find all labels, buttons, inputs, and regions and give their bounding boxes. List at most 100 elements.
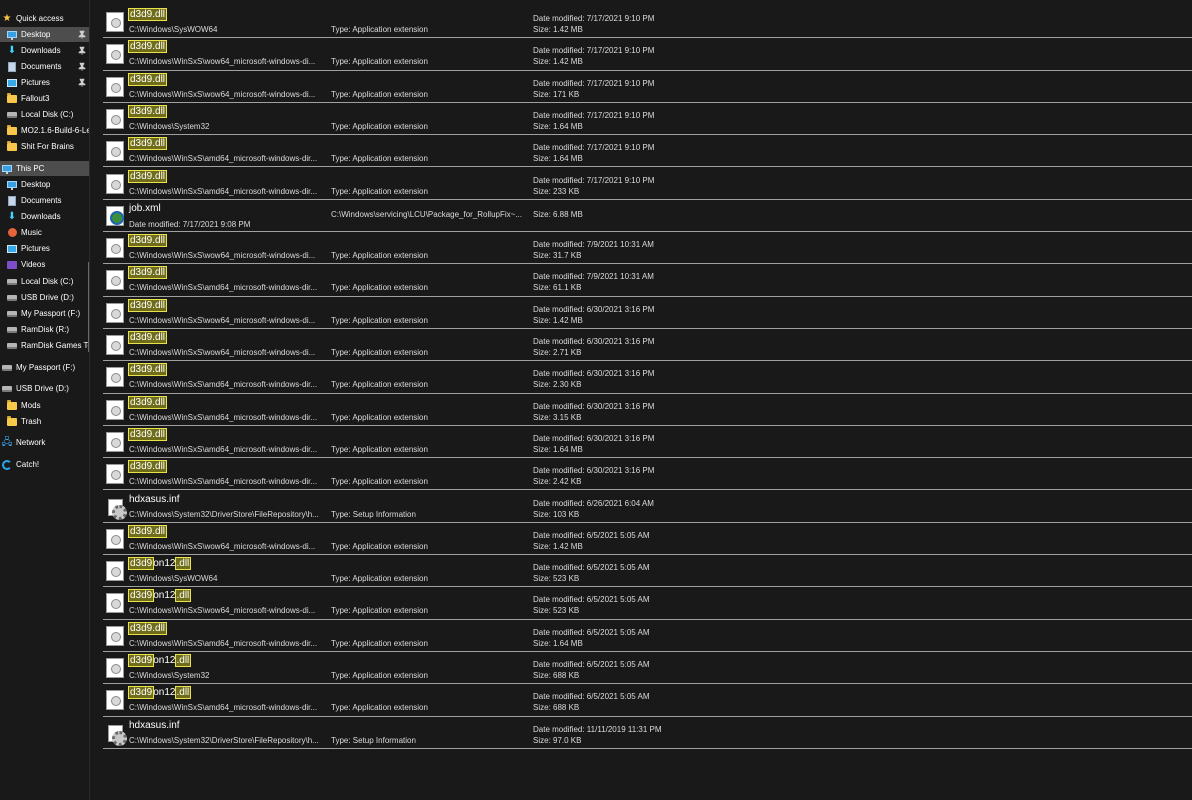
file-date-modified: Date modified: 6/5/2021 5:05 AM bbox=[533, 692, 650, 702]
result-row[interactable]: hdxasus.inf C:\Windows\System32\DriverSto… bbox=[103, 717, 1192, 749]
result-row[interactable]: d3d9on12.dll C:\Windows\SysWOW64 Type: App… bbox=[103, 555, 1192, 588]
file-size: Size: 97.0 KB bbox=[533, 735, 582, 745]
nav-pc-pictures[interactable]: Pictures bbox=[0, 241, 89, 256]
nav-pc-ramdisk-games[interactable]: RamDisk Games To bbox=[0, 338, 89, 353]
music-icon bbox=[7, 228, 17, 238]
nav-usb-drive-d[interactable]: USB Drive (D:) bbox=[0, 381, 89, 396]
nav-label: USB Drive (D:) bbox=[16, 384, 69, 393]
file-size: Size: 3.15 KB bbox=[533, 412, 582, 422]
nav-downloads-pinned[interactable]: ⬇ Downloads bbox=[0, 43, 89, 58]
nav-fallout3[interactable]: Fallout3 bbox=[0, 91, 89, 106]
nav-desktop-pinned[interactable]: Desktop bbox=[0, 27, 89, 42]
pin-icon bbox=[78, 46, 86, 55]
result-row[interactable]: d3d9.dll C:\Windows\WinSxS\amd64_microsof… bbox=[103, 620, 1192, 652]
nav-network[interactable]: 🖧 Network bbox=[0, 435, 89, 450]
file-date-modified: Date modified: 6/5/2021 5:05 AM bbox=[533, 660, 650, 669]
result-row[interactable]: d3d9on12.dll C:\Windows\System32 Type: App… bbox=[103, 652, 1192, 685]
nav-shit-for-brains[interactable]: Shit For Brains bbox=[0, 139, 89, 154]
file-date-modified: Date modified: 11/11/2019 11:31 PM bbox=[533, 724, 662, 734]
nav-quick-access[interactable]: ★ Quick access bbox=[0, 11, 89, 26]
nav-pc-videos[interactable]: Videos bbox=[0, 257, 89, 272]
file-name: d3d9.dll bbox=[127, 266, 168, 280]
file-type: Type: Application extension bbox=[331, 315, 428, 325]
nav-label: Music bbox=[21, 228, 42, 237]
result-row[interactable]: d3d9.dll C:\Windows\WinSxS\amd64_microsof… bbox=[103, 361, 1192, 394]
nav-pc-downloads[interactable]: ⬇ Downloads bbox=[0, 209, 89, 224]
nav-local-disk-c-quick[interactable]: Local Disk (C:) bbox=[0, 107, 89, 122]
result-row[interactable]: d3d9.dll C:\Windows\System32 Type: Applica… bbox=[103, 103, 1192, 136]
pin-icon bbox=[78, 62, 86, 71]
search-match-highlight: d3d9.dll bbox=[127, 460, 168, 474]
file-date-modified: Date modified: 6/30/2021 3:16 PM bbox=[533, 466, 655, 476]
pin-icon bbox=[78, 78, 86, 87]
file-name: d3d9.dll bbox=[127, 621, 168, 635]
network-icon: 🖧 bbox=[1, 436, 13, 448]
file-path: C:\Windows\WinSxS\amd64_microsoft-window… bbox=[129, 477, 318, 487]
result-row[interactable]: d3d9.dll C:\Windows\WinSxS\wow64_microsof… bbox=[103, 297, 1192, 329]
nav-my-passport-f[interactable]: My Passport (F:) bbox=[0, 360, 89, 375]
result-row[interactable]: d3d9on12.dll C:\Windows\WinSxS\amd64_micr… bbox=[103, 684, 1192, 717]
search-match-highlight: .dll bbox=[174, 557, 192, 571]
result-row[interactable]: d3d9.dll C:\Windows\WinSxS\wow64_microsof… bbox=[103, 523, 1192, 556]
file-type: Type: Application extension bbox=[331, 154, 428, 164]
nav-pc-ramdisk-r[interactable]: RamDisk (R:) bbox=[0, 322, 89, 337]
drive-icon bbox=[2, 363, 12, 373]
result-row[interactable]: d3d9.dll C:\Windows\WinSxS\wow64_microsof… bbox=[103, 38, 1192, 71]
drive-icon bbox=[7, 341, 17, 351]
result-row[interactable]: d3d9.dll C:\Windows\WinSxS\amd64_microsof… bbox=[103, 168, 1192, 200]
dll-file-icon bbox=[106, 141, 124, 162]
nav-documents-pinned[interactable]: Documents bbox=[0, 59, 89, 74]
file-path: C:\Windows\WinSxS\amd64_microsoft-window… bbox=[129, 283, 318, 293]
nav-pc-desktop[interactable]: Desktop bbox=[0, 177, 89, 192]
nav-label: Pictures bbox=[21, 244, 50, 253]
nav-mo2[interactable]: MO2.1.6-Build-6-Le bbox=[0, 123, 89, 138]
result-row[interactable]: job.xml Date modified: 7/17/2021 9:08 PM C… bbox=[103, 200, 1192, 233]
result-row[interactable]: d3d9on12.dll C:\Windows\WinSxS\wow64_micr… bbox=[103, 587, 1192, 620]
file-size: Size: 2.42 KB bbox=[533, 477, 582, 487]
file-name: d3d9.dll bbox=[127, 524, 168, 538]
search-match-highlight: d3d9 bbox=[127, 686, 155, 700]
nav-mods[interactable]: Mods bbox=[0, 398, 89, 413]
nav-pc-my-passport-f[interactable]: My Passport (F:) bbox=[0, 306, 89, 321]
file-path: C:\Windows\System32 bbox=[129, 121, 210, 131]
result-row[interactable]: d3d9.dll C:\Windows\WinSxS\wow64_microsof… bbox=[103, 329, 1192, 362]
dll-file-icon bbox=[106, 173, 124, 194]
file-location: C:\Windows\servicing\LCU\Package_for_Rol… bbox=[331, 209, 522, 219]
drive-icon bbox=[7, 325, 17, 335]
file-date-modified: Date modified: 7/17/2021 9:10 PM bbox=[533, 78, 655, 88]
result-row[interactable]: d3d9.dll C:\Windows\WinSxS\amd64_microsof… bbox=[103, 264, 1192, 297]
sidebar-scrollbar[interactable] bbox=[88, 262, 89, 352]
file-type: Type: Application extension bbox=[331, 348, 428, 357]
nav-pc-documents[interactable]: Documents bbox=[0, 193, 89, 208]
file-name: d3d9.dll bbox=[127, 234, 168, 248]
search-match-highlight: d3d9.dll bbox=[127, 298, 168, 312]
file-date-modified: Date modified: 6/30/2021 3:16 PM bbox=[533, 401, 655, 411]
file-path: C:\Windows\WinSxS\wow64_microsoft-window… bbox=[129, 251, 316, 261]
file-path: C:\Windows\WinSxS\amd64_microsoft-window… bbox=[129, 154, 318, 164]
file-size: Size: 1.42 MB bbox=[533, 57, 583, 67]
result-row[interactable]: d3d9.dll C:\Windows\WinSxS\amd64_microsof… bbox=[103, 394, 1192, 426]
nav-trash[interactable]: Trash bbox=[0, 414, 89, 429]
dll-file-icon bbox=[106, 431, 124, 452]
nav-pc-usb-drive-d[interactable]: USB Drive (D:) bbox=[0, 290, 89, 305]
dll-file-icon bbox=[106, 302, 124, 323]
result-row[interactable]: d3d9.dll C:\Windows\WinSxS\amd64_microsof… bbox=[103, 458, 1192, 491]
file-name: d3d9.dll bbox=[127, 331, 168, 344]
nav-catch[interactable]: Catch! bbox=[0, 457, 89, 472]
nav-label: Trash bbox=[21, 417, 42, 426]
result-row[interactable]: d3d9.dll C:\Windows\SysWOW64 Type: Applica… bbox=[103, 6, 1192, 39]
result-row[interactable]: d3d9.dll C:\Windows\WinSxS\wow64_microsof… bbox=[103, 71, 1192, 103]
file-name: d3d9.dll bbox=[127, 40, 168, 54]
file-path: C:\Windows\SysWOW64 bbox=[129, 574, 218, 584]
nav-pc-local-disk-c[interactable]: Local Disk (C:) bbox=[0, 274, 89, 289]
result-row[interactable]: d3d9.dll C:\Windows\WinSxS\amd64_microsof… bbox=[103, 135, 1192, 168]
file-size: Size: 1.64 MB bbox=[533, 638, 583, 648]
nav-pictures-pinned[interactable]: Pictures bbox=[0, 75, 89, 90]
nav-pc-music[interactable]: Music bbox=[0, 225, 89, 240]
result-row[interactable]: hdxasus.inf C:\Windows\System32\DriverSto… bbox=[103, 491, 1192, 523]
document-icon bbox=[7, 61, 17, 72]
result-row[interactable]: d3d9.dll C:\Windows\WinSxS\amd64_microsof… bbox=[103, 426, 1192, 459]
result-row[interactable]: d3d9.dll C:\Windows\WinSxS\wow64_microsof… bbox=[103, 232, 1192, 265]
dll-file-icon bbox=[106, 561, 124, 582]
nav-this-pc[interactable]: This PC bbox=[0, 161, 89, 176]
